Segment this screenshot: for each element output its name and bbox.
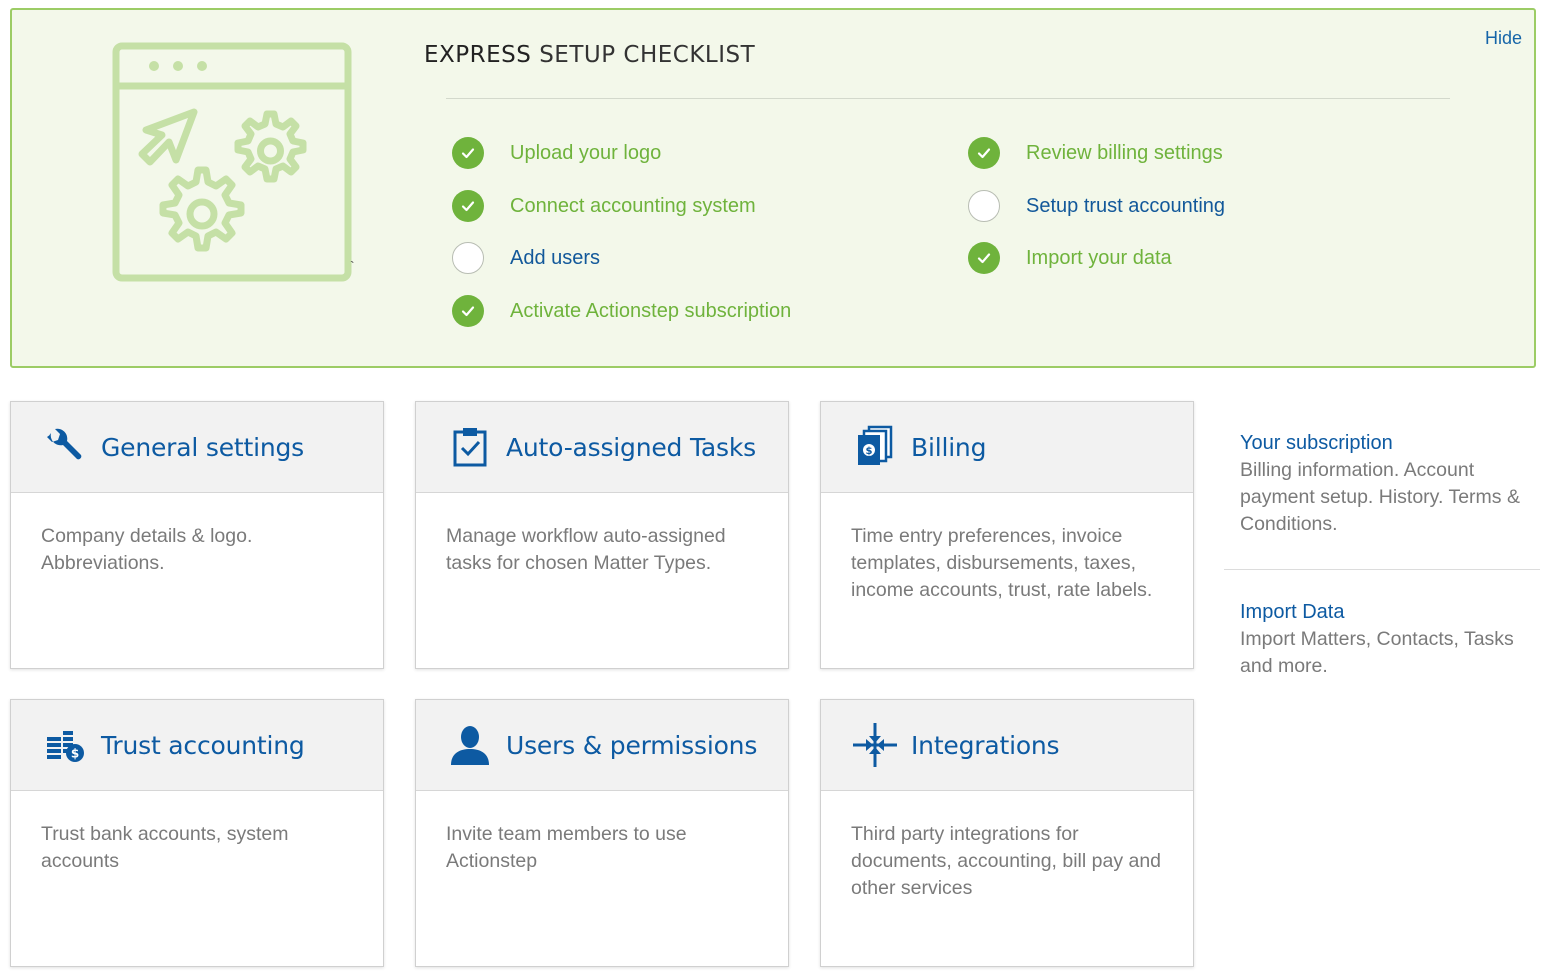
checklist-divider — [446, 98, 1450, 99]
card-description: Time entry preferences, invoice template… — [851, 525, 1153, 601]
side-description: Import Matters, Contacts, Tasks and more… — [1240, 628, 1514, 677]
card-title: Auto-assigned Tasks — [506, 432, 756, 462]
card-description: Manage workflow auto-assigned tasks for … — [446, 525, 726, 574]
card-title: Users & permissions — [506, 730, 758, 760]
card-description: Invite team members to use Actionstep — [446, 823, 687, 872]
checklist-title: EXPRESS SETUP CHECKLIST — [424, 42, 755, 68]
checklist-item-import-data[interactable]: Import your data — [968, 241, 1172, 275]
card-header: Users & permissions — [416, 700, 788, 791]
checklist-item-label: Upload your logo — [510, 141, 662, 164]
checklist-title-express: EXPRESS — [424, 42, 532, 68]
card-trust-accounting[interactable]: $ Trust accounting Trust bank accounts, … — [10, 699, 384, 967]
stray-mark: ` — [350, 258, 355, 274]
card-billing[interactable]: $ Billing Time entry preferences, invoic… — [820, 401, 1194, 669]
side-description: Billing information. Account payment set… — [1240, 459, 1520, 535]
check-done-icon — [968, 242, 1000, 274]
card-header: Auto-assigned Tasks — [416, 402, 788, 493]
card-description: Third party integrations for documents, … — [851, 823, 1162, 899]
svg-text:$: $ — [71, 747, 79, 761]
card-title: Trust accounting — [101, 730, 305, 760]
clipboard-check-icon — [448, 425, 492, 469]
converge-arrows-icon — [853, 723, 897, 767]
checklist-item-label: Connect accounting system — [510, 194, 756, 217]
checklist-item-upload-logo[interactable]: Upload your logo — [452, 136, 661, 170]
check-empty-icon — [452, 242, 484, 274]
side-link-import: Import Data Import Matters, Contacts, Ta… — [1224, 601, 1540, 680]
checklist-item-label: Review billing settings — [1026, 141, 1223, 164]
user-icon — [448, 723, 492, 767]
invoices-icon: $ — [853, 425, 897, 469]
card-header: Integrations — [821, 700, 1193, 791]
checklist-items: Upload your logo Connect accounting syst… — [452, 136, 1452, 336]
checklist-item-review-billing[interactable]: Review billing settings — [968, 136, 1223, 170]
card-title: Integrations — [911, 730, 1060, 760]
checklist-item-connect-accounting[interactable]: Connect accounting system — [452, 189, 756, 223]
checklist-item-label: Add users — [510, 246, 601, 269]
side-divider — [1224, 569, 1540, 570]
coin-stacks-icon: $ — [43, 723, 87, 767]
setup-checklist-panel: ` EXPRESS SETUP CHECKLIST Hide Upload yo… — [10, 8, 1536, 368]
card-description: Trust bank accounts, system accounts — [41, 823, 289, 872]
card-general-settings[interactable]: General settings Company details & logo.… — [10, 401, 384, 669]
check-done-icon — [968, 137, 1000, 169]
checklist-item-activate-subscription[interactable]: Activate Actionstep subscription — [452, 294, 791, 328]
card-header: $ Billing — [821, 402, 1193, 493]
card-title: General settings — [101, 432, 304, 462]
card-title: Billing — [911, 432, 987, 462]
check-done-icon — [452, 137, 484, 169]
hide-link[interactable]: Hide — [1485, 28, 1522, 49]
settings-window-illustration — [112, 42, 352, 282]
check-done-icon — [452, 190, 484, 222]
checklist-item-setup-trust[interactable]: Setup trust accounting — [968, 189, 1225, 223]
import-data-link[interactable]: Import Data — [1240, 601, 1540, 624]
check-empty-icon — [968, 190, 1000, 222]
checklist-item-label: Import your data — [1026, 246, 1172, 269]
checklist-item-label: Setup trust accounting — [1026, 194, 1226, 217]
checklist-item-label: Activate Actionstep subscription — [510, 299, 792, 322]
card-users-permissions[interactable]: Users & permissions Invite team members … — [415, 699, 789, 967]
wrench-icon — [43, 425, 87, 469]
card-description: Company details & logo. Abbreviations. — [41, 525, 253, 574]
card-header: General settings — [11, 402, 383, 493]
card-auto-assigned-tasks[interactable]: Auto-assigned Tasks Manage workflow auto… — [415, 401, 789, 669]
check-done-icon — [452, 295, 484, 327]
side-link-subscription: Your subscription Billing information. A… — [1224, 432, 1540, 538]
checklist-title-setup: SETUP CHECKLIST — [539, 42, 756, 68]
checklist-item-add-users[interactable]: Add users — [452, 241, 600, 275]
card-header: $ Trust accounting — [11, 700, 383, 791]
card-integrations[interactable]: Integrations Third party integrations fo… — [820, 699, 1194, 967]
your-subscription-link[interactable]: Your subscription — [1240, 432, 1540, 455]
svg-text:$: $ — [866, 446, 873, 457]
